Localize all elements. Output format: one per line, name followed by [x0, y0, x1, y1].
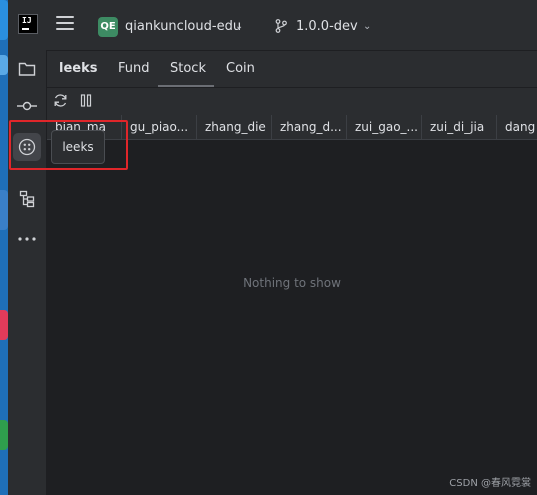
chevron-down-icon[interactable]: ⌄ — [363, 21, 371, 32]
table-body[interactable]: Nothing to show — [47, 140, 537, 495]
project-folder-icon[interactable] — [13, 55, 41, 83]
tab-coin[interactable]: Coin — [226, 61, 255, 76]
column-header[interactable]: dang — [497, 115, 537, 139]
leeks-tool-window: leeks Fund Stock Coin bian_ma gu_piao...… — [47, 51, 537, 495]
more-icon[interactable] — [13, 225, 41, 253]
column-header[interactable]: gu_piao... — [122, 115, 197, 139]
panel-toolbar — [47, 88, 537, 114]
column-header[interactable]: zhang_die — [197, 115, 272, 139]
pause-icon[interactable] — [80, 94, 92, 107]
panel-title: leeks — [59, 61, 98, 76]
leeks-plugin-icon[interactable] — [13, 133, 41, 161]
chevron-down-icon[interactable]: ⌄ — [235, 21, 243, 32]
ide-logo-icon[interactable]: IJ — [18, 14, 38, 34]
tool-window-strip — [8, 50, 47, 495]
panel-tabs: leeks Fund Stock Coin — [47, 51, 537, 88]
refresh-icon[interactable] — [53, 93, 68, 108]
commit-icon[interactable] — [13, 92, 41, 120]
title-bar: IJ QE qiankuncloud-edu ⌄ 1.0.0-dev ⌄ — [8, 0, 537, 51]
branch-name[interactable]: 1.0.0-dev — [296, 19, 358, 34]
structure-icon[interactable] — [13, 185, 41, 213]
column-header[interactable]: zhang_d... — [272, 115, 347, 139]
tooltip: leeks — [51, 130, 105, 164]
tab-stock[interactable]: Stock — [170, 61, 206, 76]
tab-fund[interactable]: Fund — [118, 61, 150, 76]
project-badge[interactable]: QE — [98, 17, 118, 37]
column-header[interactable]: zui_gao_... — [347, 115, 422, 139]
table-header: bian_ma gu_piao... zhang_die zhang_d... … — [47, 115, 537, 140]
project-name[interactable]: qiankuncloud-edu — [125, 19, 241, 34]
desktop-background-strip — [0, 0, 8, 495]
column-header[interactable]: zui_di_jia — [422, 115, 497, 139]
main-menu-icon[interactable] — [56, 16, 74, 32]
git-branch-icon[interactable] — [275, 19, 287, 33]
selected-tab-indicator — [158, 85, 214, 87]
watermark: CSDN @春风霓裳 — [449, 478, 531, 489]
empty-state-text: Nothing to show — [243, 276, 341, 290]
